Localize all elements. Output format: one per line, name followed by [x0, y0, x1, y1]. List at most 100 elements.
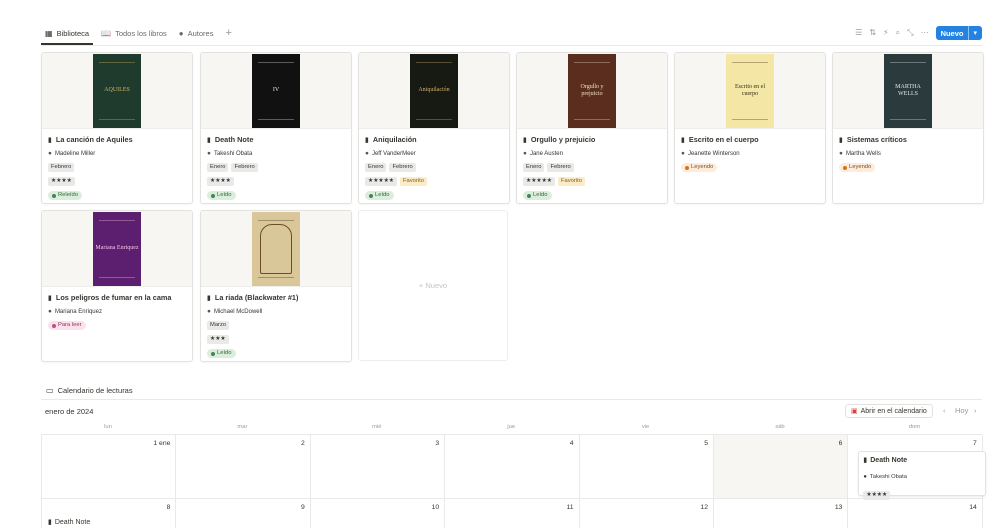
cover-decoration: [890, 61, 926, 63]
event-author-row: ● Takeshi Obata: [859, 474, 985, 480]
status-label: Leído: [375, 192, 390, 198]
cover-text: Escrito en el cuerpo: [735, 83, 765, 97]
book-card[interactable]: Aniquilación ▮ Aniquilación ● Jeff Vander…: [358, 52, 510, 204]
cover-decoration: [416, 61, 452, 63]
calendar-day-cell[interactable]: 7 ▮ Death Note ● Takeshi Obata ★★★★: [848, 435, 987, 500]
expand-icon[interactable]: ⤡: [907, 29, 913, 37]
card-title: ▮ Aniquilación: [359, 129, 509, 144]
tab-autores[interactable]: ● Autores: [175, 26, 218, 44]
calendar-day-cell[interactable]: 12: [580, 499, 714, 528]
calendar-title-label: Calendario de lecturas: [57, 386, 133, 395]
next-month-icon[interactable]: ›: [974, 406, 977, 415]
book-card[interactable]: Escrito en el cuerpo ▮ Escrito en el cue…: [674, 52, 826, 204]
calendar-day-cell[interactable]: 1 ene: [42, 435, 177, 499]
calendar-month: enero de 2024: [45, 407, 94, 416]
add-view-button[interactable]: +: [221, 26, 235, 40]
author-row: ● Jeff VanderMeer: [359, 149, 509, 158]
more-icon[interactable]: ⋯: [921, 29, 929, 37]
status-badge: Leído: [523, 191, 552, 200]
status-row: Releído: [42, 191, 192, 200]
rating-tag: ★★★: [207, 335, 229, 344]
calendar-day-cell[interactable]: 8 ▮ Death Note: [42, 499, 177, 528]
calendar-event-card[interactable]: ▮ Death Note ● Takeshi Obata ★★★★: [858, 451, 987, 500]
card-title: ▮ Escrito en el cuerpo: [675, 129, 825, 144]
book-cover-image: Mariana Enriquez: [93, 211, 141, 286]
calendar-day-cell[interactable]: 2: [176, 435, 311, 499]
prev-month-icon[interactable]: ‹: [943, 406, 946, 415]
calendar-day-cell[interactable]: 4: [445, 435, 580, 499]
status-dot: [52, 323, 56, 328]
calendar-day-cell[interactable]: 11: [445, 499, 580, 528]
new-card-button[interactable]: + Nuevo: [358, 210, 508, 361]
new-button-label: Nuevo: [940, 28, 964, 38]
day-number: 5: [704, 440, 708, 447]
calendar-day-cell[interactable]: 9: [176, 499, 311, 528]
book-card[interactable]: IV ▮ Death Note ● Takeshi Obata Enero Febre…: [200, 52, 352, 204]
cover-decoration: [99, 276, 135, 278]
chevron-down-icon[interactable]: ▾: [968, 26, 977, 40]
day-number: 12: [700, 504, 708, 511]
calendar-day-cell[interactable]: 10: [311, 499, 446, 528]
cover-text: IV: [272, 87, 280, 94]
open-in-calendar-button[interactable]: ▣ Abrir en el calendario: [845, 404, 933, 418]
day-number: 13: [834, 504, 843, 511]
status-label: Leyendo: [849, 164, 872, 170]
day-number: 6: [838, 440, 843, 447]
book-icon: ▮: [681, 136, 685, 144]
book-card[interactable]: ▮ La riada (Blackwater #1) ● Michael McDo…: [200, 210, 352, 362]
cover-text: Aniquilación: [418, 87, 450, 94]
automation-icon[interactable]: ⚡: [883, 29, 889, 37]
book-card[interactable]: Mariana Enriquez ▮ Los peligros de fumar…: [41, 210, 193, 362]
author-row: ● Jeanette Winterson: [675, 149, 825, 158]
card-cover: AQUILES: [42, 53, 192, 129]
card-title: ▮ La canción de Aquiles: [42, 129, 192, 144]
cover-decoration: [574, 118, 610, 120]
calendar-day-cell[interactable]: 6: [714, 435, 849, 499]
calendar-day-cell[interactable]: 5: [579, 435, 714, 499]
book-card[interactable]: Orgullo y prejuicio ▮ Orgullo y prejuici…: [516, 52, 668, 204]
calendar-day-cell[interactable]: 14: [848, 499, 983, 528]
cover-decoration: [99, 118, 135, 120]
calendar-title[interactable]: ▭ Calendario de lecturas: [46, 386, 133, 395]
status-row: Leído: [359, 191, 509, 200]
tab-biblioteca[interactable]: ▦ Biblioteca: [41, 26, 94, 45]
tab-todos-los-libros[interactable]: 📖 Todos los libros: [97, 26, 171, 44]
weekday-label: vie: [641, 424, 650, 430]
author-row: ● Takeshi Obata: [201, 149, 351, 158]
weekday-label: sáb: [775, 424, 785, 430]
filter-icon[interactable]: ☰: [855, 29, 862, 37]
month-tag: Enero: [207, 163, 229, 172]
rating-row: ★★★★★ Favorito: [359, 177, 509, 186]
calendar-day-cell[interactable]: 3: [310, 435, 446, 499]
search-icon[interactable]: ⌕: [896, 29, 900, 37]
day-number: 4: [569, 440, 574, 447]
cover-decoration: [258, 118, 294, 120]
book-card[interactable]: MARTHA WELLS ▮ Sistemas críticos ● Martha…: [832, 52, 984, 204]
book-cover-image: Orgullo y prejuicio: [568, 53, 616, 128]
status-row: Leyendo: [833, 163, 983, 172]
calendar-day-cell[interactable]: 13: [714, 499, 849, 528]
card-title-text: Escrito en el cuerpo: [688, 135, 759, 144]
card-cover: Aniquilación: [359, 53, 509, 129]
rating-tag: ★★★★: [207, 177, 234, 186]
today-button[interactable]: Hoy: [955, 406, 968, 415]
sort-icon[interactable]: ⇅: [869, 29, 876, 37]
grid-icon: ▦: [45, 28, 53, 38]
author-name: Madeline Miller: [54, 150, 96, 157]
cover-decoration: [732, 118, 768, 120]
book-open-icon: ▮: [863, 457, 868, 464]
book-card[interactable]: AQUILES ▮ La canción de Aquiles ● Madelin…: [41, 52, 193, 204]
status-dot: [843, 165, 847, 170]
months-row: Enero Febrero: [517, 163, 667, 172]
cover-text: Mariana Enriquez: [95, 245, 139, 252]
person-icon: ●: [178, 28, 184, 38]
calendar-event[interactable]: ▮ Death Note: [48, 518, 90, 527]
new-button[interactable]: Nuevo ▾: [935, 26, 982, 40]
card-title: ▮ Death Note: [201, 129, 351, 144]
author-name: Takeshi Obata: [213, 150, 253, 157]
person-icon: ●: [48, 308, 52, 315]
day-number: 7: [973, 440, 977, 447]
author-name: Michael McDowell: [213, 308, 263, 315]
status-row: Para leer: [42, 321, 192, 330]
event-title: ▮ Death Note: [859, 452, 985, 465]
